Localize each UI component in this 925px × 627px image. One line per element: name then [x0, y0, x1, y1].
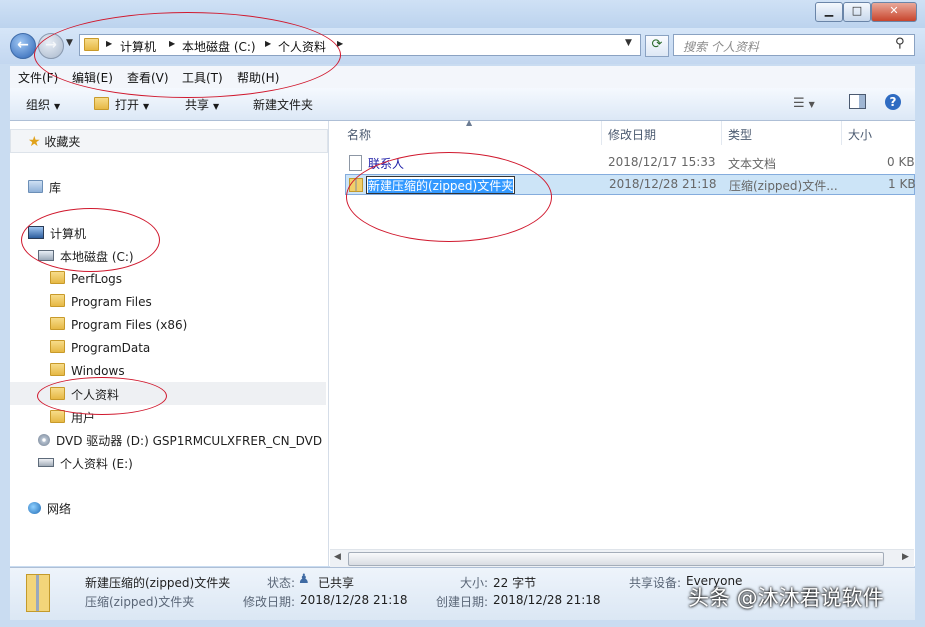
- star-icon: ★: [28, 134, 41, 150]
- sort-ascending-icon: ▲: [466, 118, 473, 127]
- column-header-modified[interactable]: 修改日期: [608, 126, 656, 143]
- search-icon[interactable]: ⚲: [895, 36, 905, 51]
- tree-network[interactable]: 网络: [28, 500, 71, 517]
- organize-label: 组织: [26, 98, 51, 112]
- details-shared-label: 共享设备:: [629, 576, 682, 590]
- horizontal-scrollbar[interactable]: ◀ ▶: [330, 549, 914, 567]
- folder-icon: [50, 271, 65, 284]
- details-modified-value: 2018/12/28 21:18: [300, 593, 408, 607]
- folder-open-icon: [94, 97, 109, 110]
- scrollbar-thumb[interactable]: [348, 552, 884, 566]
- search-box[interactable]: 搜索 个人资料 ⚲: [673, 34, 915, 56]
- details-created-value: 2018/12/28 21:18: [493, 593, 601, 607]
- tree-libraries[interactable]: 库: [28, 179, 61, 196]
- minimize-button[interactable]: ▁: [815, 2, 843, 22]
- tree-folder-label: PerfLogs: [71, 272, 123, 286]
- file-size: 1 KB: [888, 177, 916, 191]
- open-button[interactable]: 打开 ▼: [94, 96, 149, 113]
- refresh-button[interactable]: ⟳: [645, 35, 669, 57]
- details-size-label: 大小:: [460, 576, 489, 590]
- file-modified: 2018/12/28 21:18: [609, 177, 717, 191]
- tree-folder-program-files[interactable]: Program Files: [50, 294, 152, 309]
- new-folder-button[interactable]: 新建文件夹: [253, 96, 313, 113]
- back-button[interactable]: ←: [10, 33, 36, 59]
- scroll-right-icon[interactable]: ▶: [902, 552, 909, 562]
- file-modified: 2018/12/17 15:33: [608, 155, 716, 169]
- folder-icon: [50, 340, 65, 353]
- search-placeholder: 搜索 个人资料: [683, 40, 759, 54]
- watermark-text: 头条 @沐沐君说软件: [688, 586, 884, 610]
- tree-network-label: 网络: [47, 502, 72, 516]
- tree-drive-e-label: 个人资料 (E:): [60, 457, 133, 471]
- details-file-name: 新建压缩的(zipped)文件夹: [85, 576, 231, 590]
- annotation-ellipse: [34, 12, 341, 98]
- file-type: 文本文档: [728, 157, 777, 171]
- annotation-ellipse: [21, 208, 160, 272]
- chevron-down-icon: ▼: [143, 102, 150, 111]
- tree-folder-program-files-x86[interactable]: Program Files (x86): [50, 317, 187, 332]
- file-size: 0 KB: [887, 155, 915, 169]
- details-created-label: 创建日期:: [436, 595, 489, 609]
- network-icon: [28, 502, 41, 514]
- folder-icon: [50, 410, 65, 423]
- share-button[interactable]: 共享 ▼: [185, 96, 219, 113]
- tree-folder-label: ProgramData: [71, 341, 151, 355]
- folder-icon: [50, 294, 65, 307]
- shared-users-icon: ♟: [298, 572, 310, 587]
- organize-button[interactable]: 组织 ▼: [26, 96, 60, 113]
- file-type: 压缩(zipped)文件...: [729, 179, 838, 193]
- column-header-row: ▲ 名称 修改日期 类型 大小: [329, 118, 915, 145]
- text-document-icon: [349, 155, 362, 171]
- annotation-ellipse: [346, 152, 552, 242]
- details-state-value: 已共享: [318, 576, 355, 590]
- details-modified-label: 修改日期:: [243, 595, 296, 609]
- tree-folder-label: Windows: [71, 364, 125, 378]
- tree-folder-windows[interactable]: Windows: [50, 363, 125, 378]
- dvd-icon: [38, 434, 50, 446]
- scroll-left-icon[interactable]: ◀: [334, 552, 341, 562]
- preview-pane-icon[interactable]: [849, 94, 866, 109]
- column-divider[interactable]: [601, 121, 602, 145]
- annotation-ellipse: [37, 377, 167, 415]
- removable-drive-icon: [38, 458, 54, 467]
- address-dropdown-icon[interactable]: ▼: [625, 38, 632, 48]
- folder-icon: [50, 363, 65, 376]
- help-icon[interactable]: ?: [885, 94, 901, 110]
- tree-folder-label: Program Files (x86): [71, 318, 188, 332]
- view-options-icon[interactable]: ☰ ▼: [793, 96, 815, 111]
- maximize-button[interactable]: □: [843, 2, 871, 22]
- tree-drive-e[interactable]: 个人资料 (E:): [38, 455, 133, 472]
- chevron-down-icon: ▼: [54, 102, 61, 111]
- column-divider[interactable]: [721, 121, 722, 145]
- open-label: 打开: [115, 98, 140, 112]
- tree-folder-perflogs[interactable]: PerfLogs: [50, 271, 122, 286]
- tree-favorites-label: 收藏夹: [44, 135, 81, 149]
- zip-folder-large-icon: [26, 574, 50, 612]
- chevron-down-icon: ▼: [213, 102, 220, 111]
- close-button[interactable]: ✕: [871, 2, 917, 22]
- tree-folder-label: Program Files: [71, 295, 152, 309]
- tree-dvd-drive[interactable]: DVD 驱动器 (D:) GSP1RMCULXFRER_CN_DVD: [38, 432, 322, 449]
- details-state-label: 状态:: [267, 576, 296, 590]
- tree-folder-programdata[interactable]: ProgramData: [50, 340, 150, 355]
- details-size-value: 22 字节: [493, 576, 537, 590]
- share-label: 共享: [185, 98, 210, 112]
- details-file-kind: 压缩(zipped)文件夹: [85, 595, 195, 609]
- tree-libraries-label: 库: [49, 181, 62, 195]
- tree-dvd-label: DVD 驱动器 (D:) GSP1RMCULXFRER_CN_DVD: [56, 434, 323, 448]
- column-header-type[interactable]: 类型: [728, 126, 752, 143]
- tree-favorites[interactable]: ★ 收藏夹: [28, 133, 80, 150]
- column-header-name[interactable]: 名称: [347, 126, 371, 143]
- navigation-pane: ★ 收藏夹 库 计算机 本地磁盘 (C:) PerfLogs Program F…: [10, 121, 329, 566]
- column-divider[interactable]: [841, 121, 842, 145]
- library-icon: [28, 180, 43, 193]
- folder-icon: [50, 317, 65, 330]
- column-header-size[interactable]: 大小: [848, 126, 872, 143]
